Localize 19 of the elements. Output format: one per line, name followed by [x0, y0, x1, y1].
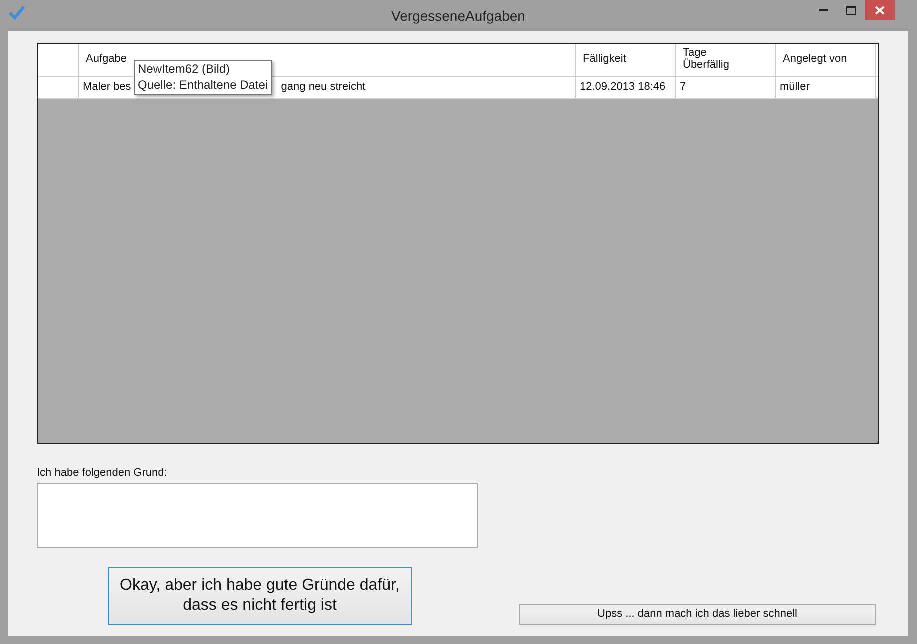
- table-cell: müller: [776, 77, 876, 98]
- column-header[interactable]: Angelegt von: [776, 44, 876, 76]
- window-title: VergesseneAufgaben: [392, 7, 526, 26]
- tooltip: NewItem62 (Bild) Quelle: Enthaltene Datei: [134, 60, 272, 96]
- close-button[interactable]: [865, 0, 895, 20]
- reason-field[interactable]: [37, 482, 478, 548]
- table-cell: 12.09.2013 18:46: [576, 77, 676, 98]
- table-cell-text: Maler bes: [83, 82, 132, 94]
- column-header[interactable]: Tage Überfällig: [676, 44, 776, 76]
- do-it-button[interactable]: Upss ... dann mach ich das lieber schnell: [519, 604, 876, 624]
- reason-label: Ich habe folgenden Grund:: [37, 466, 168, 481]
- reason-button[interactable]: Okay, aber ich habe gute Gründe dafür, dass es nicht fertig ist: [108, 566, 412, 624]
- column-header[interactable]: Fälligkeit: [576, 44, 676, 76]
- table-cell: 7: [676, 77, 776, 98]
- close-icon: [875, 6, 885, 14]
- maximize-icon: [846, 6, 856, 14]
- minimize-icon: [818, 8, 828, 12]
- table-cell-text: gang neu streicht: [281, 82, 366, 94]
- app-check-icon: [9, 6, 25, 20]
